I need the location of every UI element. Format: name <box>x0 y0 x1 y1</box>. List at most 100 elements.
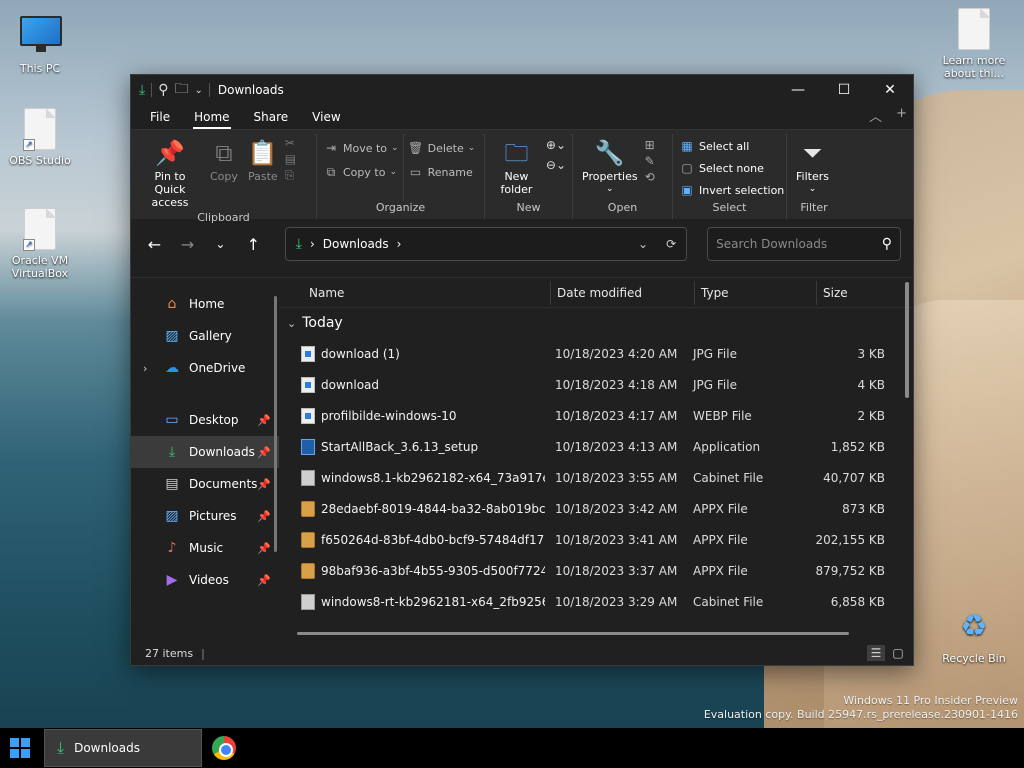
copy-button[interactable]: ⧉ Copy <box>207 134 241 211</box>
type-cell: JPG File <box>693 346 737 361</box>
forward-button[interactable]: → <box>176 235 199 254</box>
size-cell: 6,858 KB <box>830 594 885 609</box>
onedrive-icon: ☁ <box>165 360 179 376</box>
filters-button[interactable]: ⏷ Filters ⌄ <box>793 134 832 201</box>
taskbar-item-downloads[interactable]: ⤓ Downloads <box>44 729 202 767</box>
sidebar-item-downloads[interactable]: ⤓ Downloads 📌 <box>131 436 279 468</box>
desktop-icon-obs-studio[interactable]: ↗ OBS Studio <box>0 108 80 167</box>
table-row[interactable]: windows8-rt-kb2962181-x64_2fb9256d6b... 1… <box>279 586 913 617</box>
sidebar-item-gallery[interactable]: ▨ Gallery <box>131 320 279 352</box>
start-button[interactable] <box>0 728 40 768</box>
title-bar[interactable]: ⤓ ⚲ 🗀 ⌄ Downloads — ☐ ✕ <box>131 75 913 105</box>
open-icon[interactable]: ⊞ <box>645 138 655 152</box>
table-row[interactable]: 98baf936-a3bf-4b55-9305-d500f772471b 10/1… <box>279 555 913 586</box>
refresh-icon[interactable]: ⟳ <box>666 237 676 251</box>
tiles-view-icon[interactable]: ▢ <box>889 645 907 661</box>
properties-icon[interactable]: ⚲ <box>158 82 168 98</box>
pin-icon: 📌 <box>257 477 271 491</box>
table-row[interactable]: StartAllBack_3.6.13_setup 10/18/2023 4:13… <box>279 431 913 462</box>
up-button[interactable]: ↑ <box>242 235 265 254</box>
search-icon[interactable]: ⚲ <box>882 236 892 252</box>
date-modified-cell: 10/18/2023 3:55 AM <box>555 470 678 485</box>
address-bar[interactable]: ⤓ › Downloads › ⌄ ⟳ <box>284 227 688 261</box>
copy-to-button[interactable]: ⧉ Copy to ⌄ <box>323 162 399 182</box>
sidebar-item-home[interactable]: ⌂ Home <box>131 288 279 320</box>
downloads-icon: ⤓ <box>57 738 65 757</box>
address-dropdown-icon[interactable]: ⌄ <box>638 237 648 251</box>
new-folder-button[interactable]: 🗀 New folder <box>491 134 542 201</box>
desktop-icon: ▭ <box>165 412 179 428</box>
type-cell: APPX File <box>693 532 748 547</box>
copy-icon: ⧉ <box>215 139 233 167</box>
back-button[interactable]: ← <box>143 235 166 254</box>
cut-icon[interactable]: ✂ <box>285 136 296 150</box>
desktop-icon-this-pc[interactable]: This PC <box>0 12 80 75</box>
desktop-icon-virtualbox[interactable]: ↗ Oracle VM VirtualBox <box>0 208 80 280</box>
history-icon[interactable]: ⟲ <box>645 170 655 184</box>
status-bar: 27 items | ☰ ▢ <box>131 641 913 665</box>
sidebar-item-onedrive[interactable]: › ☁ OneDrive <box>131 352 279 384</box>
rename-button[interactable]: ▭ Rename <box>408 162 476 182</box>
column-header-size[interactable]: Size <box>817 281 887 305</box>
tab-share[interactable]: Share <box>245 110 298 129</box>
table-row[interactable]: profilbilde-windows-10 10/18/2023 4:17 AM… <box>279 400 913 431</box>
table-row[interactable]: windows8.1-kb2962182-x64_73a917e4aea... 1… <box>279 462 913 493</box>
new-folder-icon[interactable]: 🗀 <box>174 78 188 102</box>
sidebar-item-videos[interactable]: ▶ Videos 📌 <box>131 564 279 596</box>
minimize-button[interactable]: — <box>775 75 821 105</box>
sidebar-scrollbar[interactable] <box>274 296 277 552</box>
pin-icon: 📌 <box>155 139 185 167</box>
search-input[interactable] <box>716 237 882 251</box>
copy-to-icon: ⧉ <box>326 164 336 179</box>
easy-access-icon[interactable]: ⊖⌄ <box>546 158 566 172</box>
paste-icon: 📋 <box>247 139 278 167</box>
tab-view[interactable]: View <box>303 110 349 129</box>
table-row[interactable]: download 10/18/2023 4:18 AM JPG File 4 KB <box>279 369 913 400</box>
group-header-today[interactable]: ⌄ Today <box>279 308 913 338</box>
vertical-scrollbar[interactable] <box>905 282 909 398</box>
plus-icon[interactable]: + <box>896 106 907 125</box>
column-header-type[interactable]: Type <box>695 280 817 305</box>
column-header-name[interactable]: Name <box>279 280 551 305</box>
search-box[interactable]: ⚲ <box>707 227 901 261</box>
move-to-button[interactable]: ⇥ Move to ⌄ <box>323 138 399 158</box>
table-row[interactable]: download (1) 10/18/2023 4:20 AM JPG File 3 … <box>279 338 913 369</box>
file-icon <box>958 8 990 50</box>
chevron-right-icon[interactable]: › <box>143 362 147 375</box>
desktop-icon-learn-more[interactable]: Learn more about thi... <box>934 8 1014 80</box>
size-cell: 1,852 KB <box>830 439 885 454</box>
details-view-icon[interactable]: ☰ <box>867 645 885 661</box>
table-row[interactable]: f650264d-83bf-4db0-bcf9-57484df17957 10/1… <box>279 524 913 555</box>
select-none-button[interactable]: ▢ Select none <box>679 158 784 178</box>
copy-path-icon[interactable]: ▤ <box>285 152 296 166</box>
select-all-button[interactable]: ▦ Select all <box>679 136 784 156</box>
chevron-down-icon[interactable]: ⌄ <box>194 85 202 96</box>
table-row[interactable]: 28edaebf-8019-4844-ba32-8ab019bc9391 10/1… <box>279 493 913 524</box>
recent-locations-button[interactable]: ⌄ <box>209 237 232 251</box>
paste-button[interactable]: 📋 Paste <box>245 134 281 211</box>
close-button[interactable]: ✕ <box>867 75 913 105</box>
file-name-cell: StartAllBack_3.6.13_setup <box>279 438 545 455</box>
desktop-icon-recycle-bin[interactable]: ♻ Recycle Bin <box>934 606 1014 665</box>
tab-file[interactable]: File <box>141 110 179 129</box>
horizontal-scrollbar[interactable] <box>297 632 849 635</box>
invert-selection-button[interactable]: ▣ Invert selection <box>679 180 784 200</box>
maximize-button[interactable]: ☐ <box>821 75 867 105</box>
breadcrumb-downloads[interactable]: Downloads <box>323 237 389 251</box>
documents-icon: ▤ <box>165 476 179 492</box>
properties-button[interactable]: 🔧 Properties ⌄ <box>579 134 641 201</box>
chrome-icon[interactable] <box>212 736 236 760</box>
tab-home[interactable]: Home <box>185 110 238 129</box>
new-item-icon[interactable]: ⊕⌄ <box>546 138 566 152</box>
sidebar-item-pictures[interactable]: ▨ Pictures 📌 <box>131 500 279 532</box>
file-type-icon <box>301 438 315 455</box>
column-header-date[interactable]: Date modified <box>551 280 695 305</box>
sidebar-item-music[interactable]: ♪ Music 📌 <box>131 532 279 564</box>
edit-icon[interactable]: ✎ <box>645 154 655 168</box>
collapse-ribbon-icon[interactable]: ︿ <box>869 106 882 125</box>
paste-shortcut-icon[interactable]: ⎘ <box>285 168 296 183</box>
pin-quick-access-button[interactable]: 📌 Pin to Quick access <box>137 134 203 211</box>
sidebar-item-documents[interactable]: ▤ Documents 📌 <box>131 468 279 500</box>
delete-button[interactable]: 🗑 Delete ⌄ <box>408 138 475 158</box>
sidebar-item-desktop[interactable]: ▭ Desktop 📌 <box>131 404 279 436</box>
